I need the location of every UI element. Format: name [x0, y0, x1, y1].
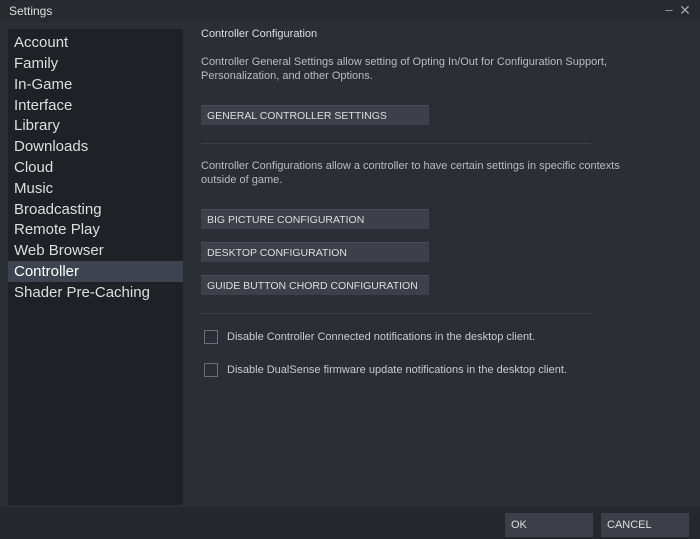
sidebar-item-shader-pre-caching[interactable]: Shader Pre-Caching — [8, 282, 183, 303]
sidebar-item-library[interactable]: Library — [8, 115, 183, 136]
sidebar-item-broadcasting[interactable]: Broadcasting — [8, 199, 183, 220]
section-divider — [201, 143, 591, 144]
sidebar-item-music[interactable]: Music — [8, 178, 183, 199]
close-icon[interactable]: ✕ — [676, 1, 694, 19]
guide-button-chord-configuration-button[interactable]: GUIDE BUTTON CHORD CONFIGURATION — [201, 275, 429, 295]
section-divider — [201, 313, 591, 314]
sidebar-item-account[interactable]: Account — [8, 32, 183, 53]
configurations-description: Controller Configurations allow a contro… — [201, 160, 620, 186]
dialog-footer — [0, 507, 700, 539]
sidebar-item-web-browser[interactable]: Web Browser — [8, 240, 183, 261]
sidebar-item-controller[interactable]: Controller — [8, 261, 183, 282]
general-settings-description: Controller General Settings allow settin… — [201, 56, 607, 82]
checkbox-label: Disable Controller Connected notificatio… — [227, 331, 536, 343]
ok-button[interactable]: OK — [505, 513, 593, 537]
big-picture-configuration-button[interactable]: BIG PICTURE CONFIGURATION — [201, 209, 429, 229]
sidebar-item-downloads[interactable]: Downloads — [8, 136, 183, 157]
settings-sidebar: Account Family In-Game Interface Library… — [8, 29, 183, 505]
sidebar-item-family[interactable]: Family — [8, 53, 183, 74]
sidebar-item-in-game[interactable]: In-Game — [8, 74, 183, 95]
cancel-button[interactable]: CANCEL — [601, 513, 689, 537]
dualsense-firmware-notifications-checkbox[interactable] — [204, 363, 218, 377]
desktop-configuration-button[interactable]: DESKTOP CONFIGURATION — [201, 242, 429, 262]
window-title: Settings — [9, 4, 53, 18]
page-title: Controller Configuration — [201, 28, 318, 40]
title-bar: Settings – ✕ — [0, 0, 700, 22]
sidebar-item-interface[interactable]: Interface — [8, 95, 183, 116]
controller-connected-notifications-checkbox[interactable] — [204, 330, 218, 344]
sidebar-item-cloud[interactable]: Cloud — [8, 157, 183, 178]
general-controller-settings-button[interactable]: GENERAL CONTROLLER SETTINGS — [201, 105, 429, 125]
sidebar-item-remote-play[interactable]: Remote Play — [8, 219, 183, 240]
checkbox-label: Disable DualSense firmware update notifi… — [227, 364, 567, 376]
